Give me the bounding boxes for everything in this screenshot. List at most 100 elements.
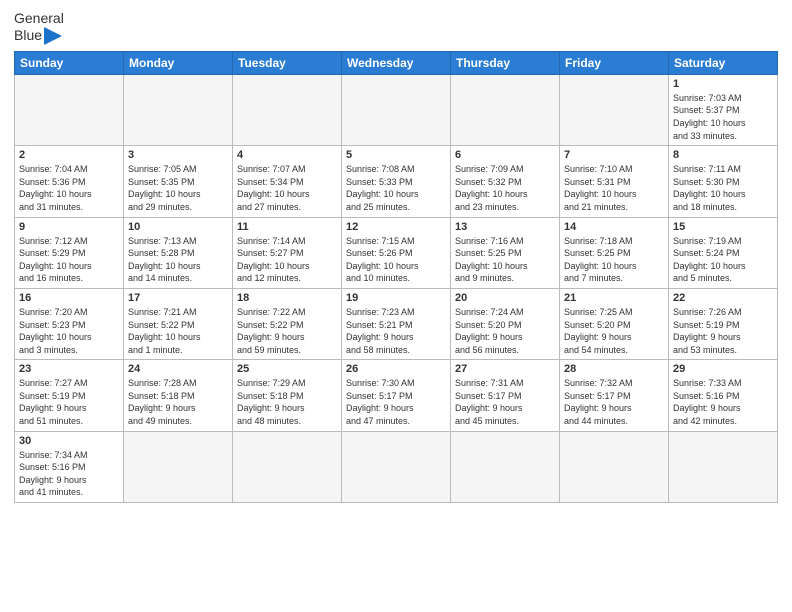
empty-cell <box>451 74 560 145</box>
weekday-header-monday: Monday <box>124 51 233 74</box>
day-cell-22: 22 Sunrise: 7:26 AM Sunset: 5:19 PM Dayli… <box>669 288 778 359</box>
day-cell-29: 29 Sunrise: 7:33 AM Sunset: 5:16 PM Dayli… <box>669 360 778 431</box>
day-info: Sunrise: 7:30 AM Sunset: 5:17 PM Dayligh… <box>346 377 446 427</box>
day-cell-20: 20Sunrise: 7:24 AM Sunset: 5:20 PM Dayli… <box>451 288 560 359</box>
page: General Blue SundayMondayTuesdayWednesda… <box>0 0 792 612</box>
day-number: 20 <box>455 292 555 304</box>
day-number: 21 <box>564 292 664 304</box>
day-number: 10 <box>128 221 228 233</box>
day-info: Sunrise: 7:14 AM Sunset: 5:27 PM Dayligh… <box>237 235 337 285</box>
day-cell-10: 10 Sunrise: 7:13 AM Sunset: 5:28 PM Dayli… <box>124 217 233 288</box>
day-cell-4: 4 Sunrise: 7:07 AM Sunset: 5:34 PM Daylig… <box>233 146 342 217</box>
day-number: 14 <box>564 221 664 233</box>
day-number: 18 <box>237 292 337 304</box>
day-number: 15 <box>673 221 773 233</box>
weekday-header-saturday: Saturday <box>669 51 778 74</box>
day-number: 4 <box>237 149 337 161</box>
day-number: 6 <box>455 149 555 161</box>
day-cell-3: 3 Sunrise: 7:05 AM Sunset: 5:35 PM Daylig… <box>124 146 233 217</box>
week-row-1: 1 Sunrise: 7:03 AM Sunset: 5:37 PM Daylig… <box>15 74 778 145</box>
day-info: Sunrise: 7:29 AM Sunset: 5:18 PM Dayligh… <box>237 377 337 427</box>
week-row-2: 2Sunrise: 7:04 AM Sunset: 5:36 PM Daylig… <box>15 146 778 217</box>
day-cell-19: 19 Sunrise: 7:23 AM Sunset: 5:21 PM Dayli… <box>342 288 451 359</box>
calendar-table: SundayMondayTuesdayWednesdayThursdayFrid… <box>14 51 778 503</box>
empty-cell <box>124 74 233 145</box>
day-info: Sunrise: 7:04 AM Sunset: 5:36 PM Dayligh… <box>19 163 119 213</box>
day-number: 16 <box>19 292 119 304</box>
logo-text: General <box>14 10 64 27</box>
day-cell-30: 30 Sunrise: 7:34 AM Sunset: 5:16 PM Dayli… <box>15 431 124 502</box>
day-info: Sunrise: 7:09 AM Sunset: 5:32 PM Dayligh… <box>455 163 555 213</box>
day-cell-15: 15 Sunrise: 7:19 AM Sunset: 5:24 PM Dayli… <box>669 217 778 288</box>
day-number: 19 <box>346 292 446 304</box>
weekday-header-thursday: Thursday <box>451 51 560 74</box>
day-cell-28: 28Sunrise: 7:32 AM Sunset: 5:17 PM Dayli… <box>560 360 669 431</box>
empty-cell <box>560 74 669 145</box>
day-cell-9: 9Sunrise: 7:12 AM Sunset: 5:29 PM Daylig… <box>15 217 124 288</box>
day-info: Sunrise: 7:25 AM Sunset: 5:20 PM Dayligh… <box>564 306 664 356</box>
empty-cell <box>669 431 778 502</box>
day-number: 1 <box>673 78 773 90</box>
day-cell-16: 16 Sunrise: 7:20 AM Sunset: 5:23 PM Dayli… <box>15 288 124 359</box>
day-info: Sunrise: 7:34 AM Sunset: 5:16 PM Dayligh… <box>19 449 119 499</box>
day-cell-26: 26 Sunrise: 7:30 AM Sunset: 5:17 PM Dayli… <box>342 360 451 431</box>
day-info: Sunrise: 7:13 AM Sunset: 5:28 PM Dayligh… <box>128 235 228 285</box>
day-number: 29 <box>673 363 773 375</box>
day-number: 5 <box>346 149 446 161</box>
week-row-5: 23 Sunrise: 7:27 AM Sunset: 5:19 PM Dayli… <box>15 360 778 431</box>
day-number: 12 <box>346 221 446 233</box>
day-number: 30 <box>19 435 119 447</box>
day-number: 23 <box>19 363 119 375</box>
day-info: Sunrise: 7:28 AM Sunset: 5:18 PM Dayligh… <box>128 377 228 427</box>
day-number: 17 <box>128 292 228 304</box>
day-cell-5: 5 Sunrise: 7:08 AM Sunset: 5:33 PM Daylig… <box>342 146 451 217</box>
weekday-header-row: SundayMondayTuesdayWednesdayThursdayFrid… <box>15 51 778 74</box>
day-info: Sunrise: 7:08 AM Sunset: 5:33 PM Dayligh… <box>346 163 446 213</box>
empty-cell <box>342 74 451 145</box>
day-info: Sunrise: 7:32 AM Sunset: 5:17 PM Dayligh… <box>564 377 664 427</box>
day-cell-12: 12 Sunrise: 7:15 AM Sunset: 5:26 PM Dayli… <box>342 217 451 288</box>
empty-cell <box>233 74 342 145</box>
day-number: 9 <box>19 221 119 233</box>
weekday-header-tuesday: Tuesday <box>233 51 342 74</box>
logo: General Blue <box>14 10 64 45</box>
empty-cell <box>560 431 669 502</box>
week-row-6: 30 Sunrise: 7:34 AM Sunset: 5:16 PM Dayli… <box>15 431 778 502</box>
day-info: Sunrise: 7:07 AM Sunset: 5:34 PM Dayligh… <box>237 163 337 213</box>
day-cell-27: 27Sunrise: 7:31 AM Sunset: 5:17 PM Dayli… <box>451 360 560 431</box>
day-info: Sunrise: 7:18 AM Sunset: 5:25 PM Dayligh… <box>564 235 664 285</box>
day-number: 8 <box>673 149 773 161</box>
day-number: 26 <box>346 363 446 375</box>
day-cell-14: 14 Sunrise: 7:18 AM Sunset: 5:25 PM Dayli… <box>560 217 669 288</box>
day-info: Sunrise: 7:20 AM Sunset: 5:23 PM Dayligh… <box>19 306 119 356</box>
day-info: Sunrise: 7:31 AM Sunset: 5:17 PM Dayligh… <box>455 377 555 427</box>
day-info: Sunrise: 7:27 AM Sunset: 5:19 PM Dayligh… <box>19 377 119 427</box>
empty-cell <box>15 74 124 145</box>
day-cell-7: 7Sunrise: 7:10 AM Sunset: 5:31 PM Daylig… <box>560 146 669 217</box>
day-cell-23: 23 Sunrise: 7:27 AM Sunset: 5:19 PM Dayli… <box>15 360 124 431</box>
day-number: 22 <box>673 292 773 304</box>
empty-cell <box>451 431 560 502</box>
day-info: Sunrise: 7:21 AM Sunset: 5:22 PM Dayligh… <box>128 306 228 356</box>
day-number: 24 <box>128 363 228 375</box>
day-info: Sunrise: 7:03 AM Sunset: 5:37 PM Dayligh… <box>673 92 773 142</box>
empty-cell <box>124 431 233 502</box>
day-cell-21: 21 Sunrise: 7:25 AM Sunset: 5:20 PM Dayli… <box>560 288 669 359</box>
weekday-header-wednesday: Wednesday <box>342 51 451 74</box>
day-info: Sunrise: 7:23 AM Sunset: 5:21 PM Dayligh… <box>346 306 446 356</box>
day-number: 11 <box>237 221 337 233</box>
empty-cell <box>342 431 451 502</box>
day-info: Sunrise: 7:19 AM Sunset: 5:24 PM Dayligh… <box>673 235 773 285</box>
weekday-header-sunday: Sunday <box>15 51 124 74</box>
day-info: Sunrise: 7:10 AM Sunset: 5:31 PM Dayligh… <box>564 163 664 213</box>
day-info: Sunrise: 7:26 AM Sunset: 5:19 PM Dayligh… <box>673 306 773 356</box>
week-row-3: 9Sunrise: 7:12 AM Sunset: 5:29 PM Daylig… <box>15 217 778 288</box>
day-number: 3 <box>128 149 228 161</box>
day-info: Sunrise: 7:15 AM Sunset: 5:26 PM Dayligh… <box>346 235 446 285</box>
day-info: Sunrise: 7:05 AM Sunset: 5:35 PM Dayligh… <box>128 163 228 213</box>
day-info: Sunrise: 7:11 AM Sunset: 5:30 PM Dayligh… <box>673 163 773 213</box>
day-cell-8: 8 Sunrise: 7:11 AM Sunset: 5:30 PM Daylig… <box>669 146 778 217</box>
day-info: Sunrise: 7:33 AM Sunset: 5:16 PM Dayligh… <box>673 377 773 427</box>
day-number: 13 <box>455 221 555 233</box>
header: General Blue <box>14 10 778 45</box>
